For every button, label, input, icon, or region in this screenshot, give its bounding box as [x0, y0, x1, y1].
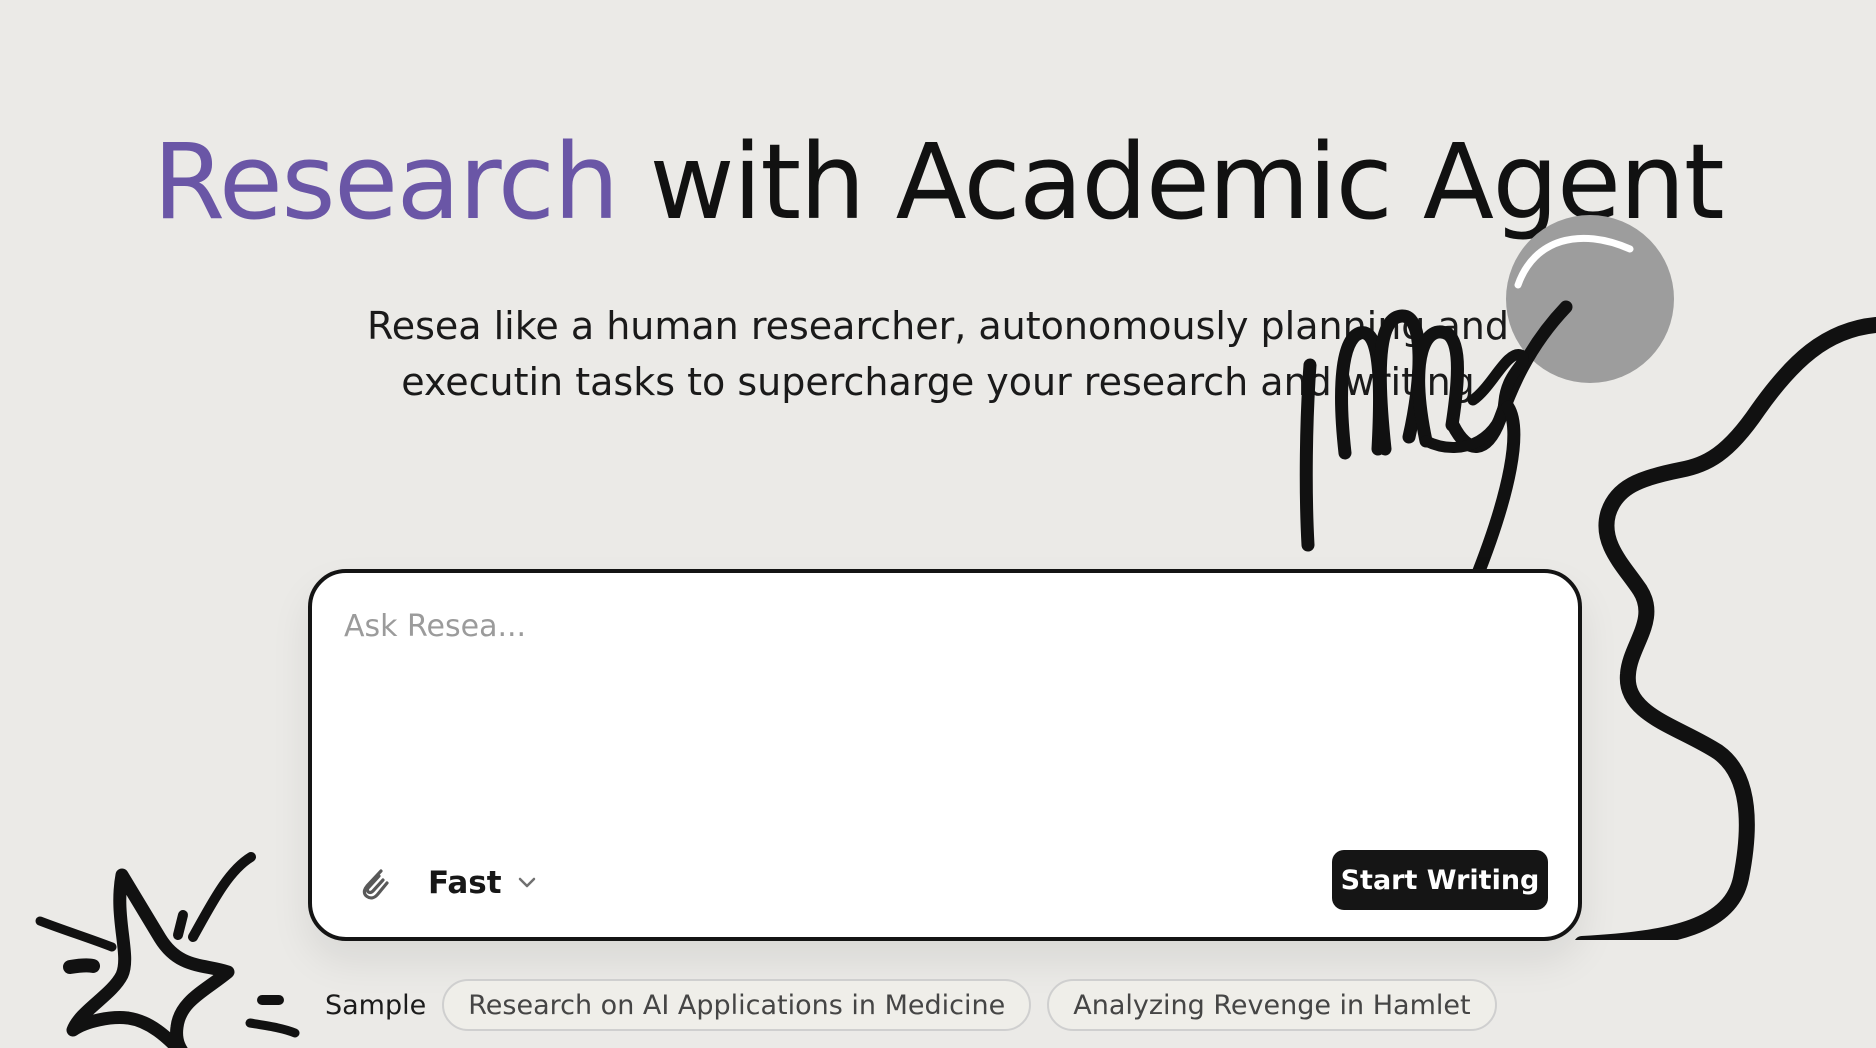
title-rest: with Academic Agent	[617, 121, 1724, 243]
sparkle-star-icon	[35, 852, 300, 1048]
subtitle-line-2: executin tasks to supercharge your resea…	[401, 360, 1475, 404]
landing-page: Research with Academic Agent Resea like …	[0, 0, 1876, 1048]
sample-label: Sample	[325, 989, 427, 1021]
sample-chip-hamlet[interactable]: Analyzing Revenge in Hamlet	[1047, 979, 1497, 1031]
start-writing-button[interactable]: Start Writing	[1332, 850, 1548, 910]
page-title: Research with Academic Agent	[0, 127, 1876, 237]
paperclip-icon	[352, 869, 396, 908]
title-accent: Research	[152, 121, 620, 243]
mode-dropdown[interactable]: Fast	[428, 859, 538, 907]
attach-button[interactable]	[352, 861, 396, 905]
mode-label: Fast	[428, 865, 502, 901]
prompt-input[interactable]	[342, 607, 1526, 781]
prompt-composer: Fast Start Writing	[308, 569, 1582, 941]
sample-prompts: Sample Research on AI Applications in Me…	[325, 977, 1497, 1033]
sample-chip-medicine[interactable]: Research on AI Applications in Medicine	[442, 979, 1032, 1031]
page-subtitle: Resea like a human researcher, autonomou…	[0, 298, 1876, 410]
chevron-down-icon	[516, 865, 538, 901]
subtitle-line-1: Resea like a human researcher, autonomou…	[367, 304, 1509, 348]
